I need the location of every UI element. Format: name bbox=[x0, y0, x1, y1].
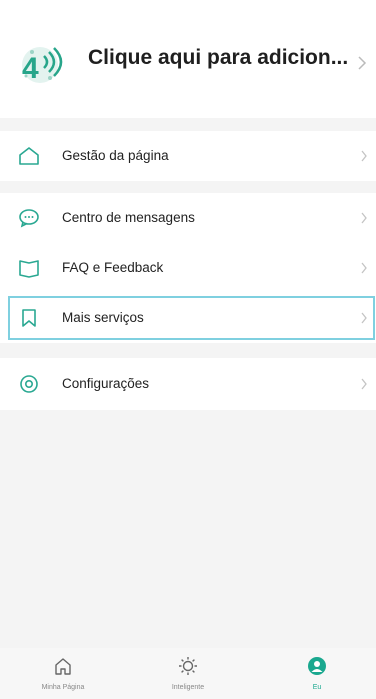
chevron-right-icon bbox=[361, 262, 367, 274]
menu-item-label: Mais serviços bbox=[62, 310, 144, 325]
book-icon bbox=[19, 260, 39, 278]
svg-text:4: 4 bbox=[22, 52, 39, 85]
menu-item-more-services[interactable]: Mais serviços bbox=[0, 293, 376, 343]
home-outline-icon bbox=[19, 147, 39, 165]
profile-header[interactable]: 4 Clique aqui para adicion... bbox=[0, 0, 376, 118]
chevron-right-icon bbox=[361, 150, 367, 162]
menu-item-label: FAQ e Feedback bbox=[62, 260, 164, 275]
menu-section-settings: Configurações bbox=[0, 358, 376, 410]
menu-section-services: Centro de mensagens FAQ e Feedback Mais … bbox=[0, 193, 376, 343]
chevron-right-icon bbox=[358, 56, 367, 70]
menu-item-label: Configurações bbox=[62, 376, 150, 391]
nav-tab-label: Inteligente bbox=[171, 684, 205, 691]
chevron-right-icon bbox=[361, 212, 367, 224]
bottom-navigation: Minha Página Inteligente Eu bbox=[0, 648, 376, 699]
user-icon bbox=[308, 657, 326, 675]
menu-section-page: Gestão da página bbox=[0, 131, 376, 181]
nav-tab-label: Minha Página bbox=[41, 684, 85, 691]
chat-bubble-icon bbox=[19, 209, 39, 228]
nav-tab-label: Eu bbox=[312, 684, 322, 691]
sun-icon bbox=[179, 657, 197, 675]
menu-item-page-management[interactable]: Gestão da página bbox=[0, 131, 376, 181]
nav-tab-eu[interactable]: Eu bbox=[272, 648, 362, 699]
settings-icon bbox=[20, 375, 38, 393]
profile-name-title[interactable]: Clique aqui para adicion... bbox=[88, 46, 348, 70]
4g-logo-icon: 4 bbox=[22, 47, 63, 85]
menu-item-label: Gestão da página bbox=[62, 148, 169, 163]
nav-tab-inteligente[interactable]: Inteligente bbox=[143, 648, 233, 699]
nav-tab-minha-pagina[interactable]: Minha Página bbox=[18, 648, 108, 699]
bookmark-icon bbox=[22, 309, 36, 327]
menu-item-label: Centro de mensagens bbox=[62, 210, 195, 225]
chevron-right-icon bbox=[361, 312, 367, 324]
menu-item-faq[interactable]: FAQ e Feedback bbox=[0, 243, 376, 293]
home-icon bbox=[55, 658, 71, 675]
menu-item-messages[interactable]: Centro de mensagens bbox=[0, 193, 376, 243]
menu-item-settings[interactable]: Configurações bbox=[0, 359, 376, 409]
chevron-right-icon bbox=[361, 378, 367, 390]
